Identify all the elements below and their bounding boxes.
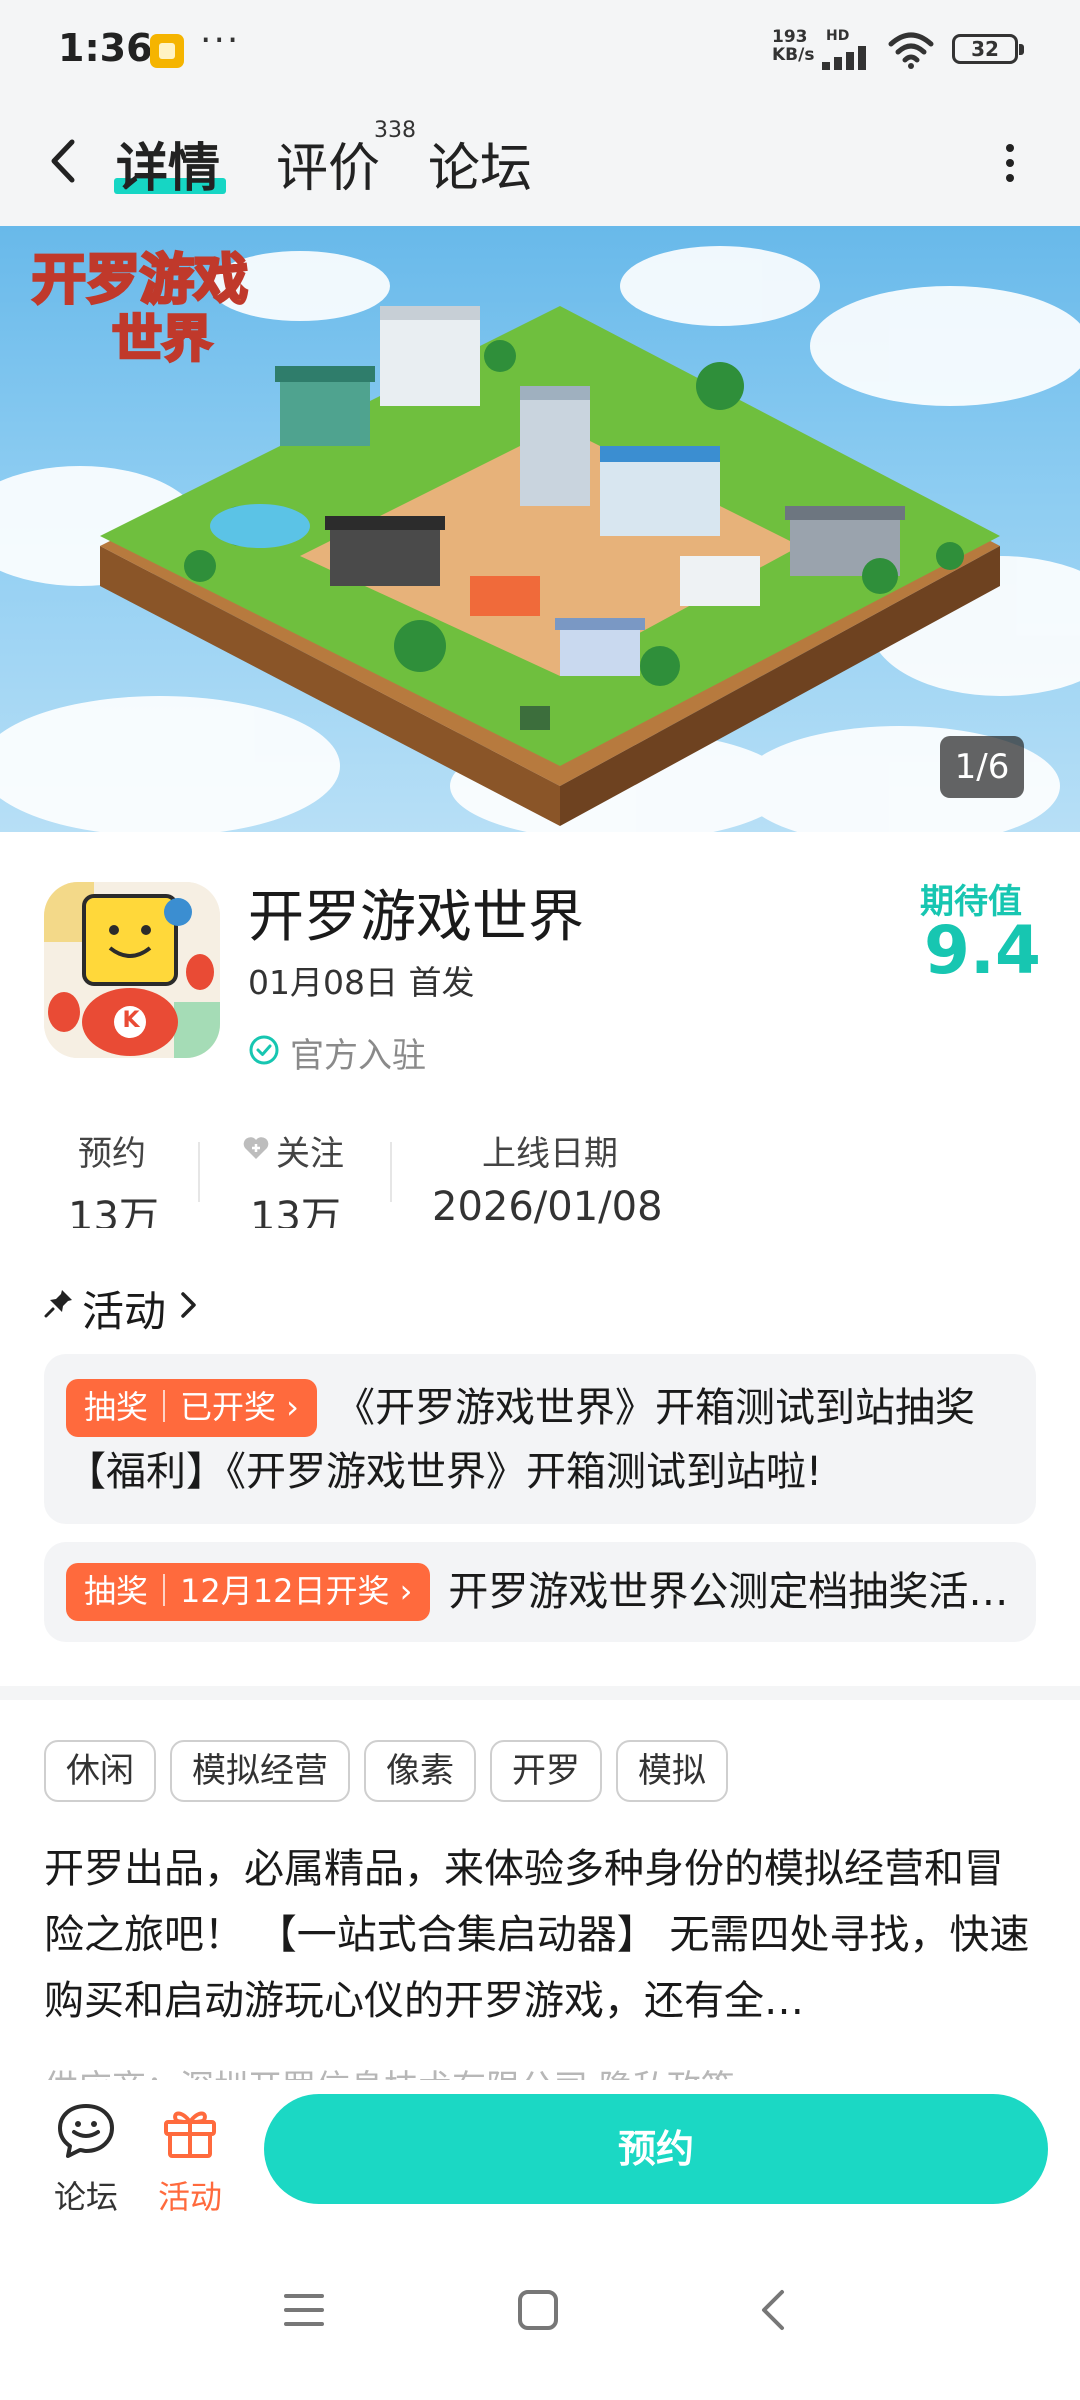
genre-tag[interactable]: 开罗 [490,1740,602,1802]
more-vertical-icon[interactable] [1000,138,1020,188]
app-icon-letter: K [122,1008,140,1033]
app-icon: K [44,882,220,1058]
follow-heart-icon [243,1137,269,1159]
verified-check-icon [249,1035,279,1065]
lottery-status-tag: 抽奖｜已开奖 › [66,1379,317,1437]
expectation-score: 9.4 [924,912,1041,989]
activity-shortcut[interactable]: 活动 [150,2100,230,2220]
stat-divider [198,1142,200,1202]
stat-follows-value: 13万 [250,1194,341,1228]
lottery-status-tag: 抽奖｜12月12日开奖 › [66,1563,431,1621]
pin-icon [44,1290,72,1318]
image-page-indicator: 1/6 [940,736,1024,798]
network-speed: 193 KB/s [772,28,814,64]
review-count-badge: 338 [374,118,416,143]
app-title: 开罗游戏世界 [248,885,584,950]
forum-label: 论坛 [54,2178,119,2216]
top-nav: 详情 评价 338 论坛 [0,96,1080,226]
activity-card-text: 开罗游戏世界公测定档抽奖活动开启 [448,1569,1016,1615]
tab-review[interactable]: 评价 [276,126,380,201]
network-speed-value: 193 [772,27,808,47]
release-date: 01月08日 首发 [248,963,475,1002]
genre-tag[interactable]: 模拟 [616,1740,728,1802]
chat-bubble-icon [58,2104,114,2158]
genre-tags: 休闲 模拟经营 像素 开罗 模拟 [44,1740,742,1802]
notification-app-icon [150,34,184,68]
status-time: 1:36 [58,26,153,70]
system-navigation-bar [0,2230,1080,2400]
stat-follows-label[interactable]: 关注 [276,1126,344,1175]
activity-title: 活动 [82,1287,167,1336]
menu-icon[interactable] [282,2290,326,2330]
official-badge: 官方入驻 [290,1036,426,1076]
forum-shortcut[interactable]: 论坛 [46,2100,126,2220]
activity-card-content: 抽奖｜12月12日开奖 › 开罗游戏世界公测定档抽奖活动开启 [66,1560,1016,1624]
game-description[interactable]: 开罗出品，必属精品，来体验多种身份的模拟经营和冒险之旅吧！ 【一站式合集启动器】… [44,1836,1036,2036]
status-bar: 1:36 ··· 193 KB/s HD 32 [0,0,1080,96]
back-nav-icon[interactable] [758,2288,788,2332]
genre-tag[interactable]: 模拟经营 [170,1740,350,1802]
signal-icon [822,46,866,70]
bottom-action-bar: 论坛 活动 预约 [0,2080,1080,2230]
stat-reservations-value: 13万 [68,1194,159,1228]
genre-tag[interactable]: 像素 [364,1740,476,1802]
genre-tag[interactable]: 休闲 [44,1740,156,1802]
section-divider [0,1686,1080,1700]
game-logo: 开罗游戏 世界 [31,248,264,370]
game-logo-line1: 开罗游戏 [31,248,250,311]
stat-divider [390,1142,392,1202]
activity-card-content: 抽奖｜已开奖 › 《开罗游戏世界》开箱测试到站抽奖 【福利】《开罗游戏世界》开箱测… [66,1376,1016,1504]
screenshot-banner[interactable]: 开罗游戏 世界 1/6 [0,226,1080,832]
reserve-button[interactable]: 预约 [264,2094,1048,2204]
hd-label: HD [826,28,850,44]
battery-icon: 32 [952,34,1024,64]
activity-card[interactable]: 抽奖｜12月12日开奖 › 开罗游戏世界公测定档抽奖活动开启 [44,1542,1036,1642]
chevron-right-icon [181,1292,196,1318]
status-more-icon: ··· [200,20,241,61]
home-icon[interactable] [516,2288,560,2332]
wifi-icon [888,32,934,69]
stat-launch-date-label: 上线日期 [482,1134,618,1174]
back-icon[interactable] [40,136,90,186]
game-logo-line2: 世界 [111,309,214,370]
tab-detail[interactable]: 详情 [116,126,220,201]
tab-forum[interactable]: 论坛 [428,126,532,201]
activity-label: 活动 [158,2178,223,2216]
network-speed-unit: KB/s [772,45,815,65]
gift-icon [164,2111,216,2158]
stat-reservations-label: 预约 [78,1134,146,1174]
activity-card[interactable]: 抽奖｜已开奖 › 《开罗游戏世界》开箱测试到站抽奖 【福利】《开罗游戏世界》开箱测… [44,1354,1036,1524]
stat-launch-date-value: 2026/01/08 [432,1184,663,1228]
